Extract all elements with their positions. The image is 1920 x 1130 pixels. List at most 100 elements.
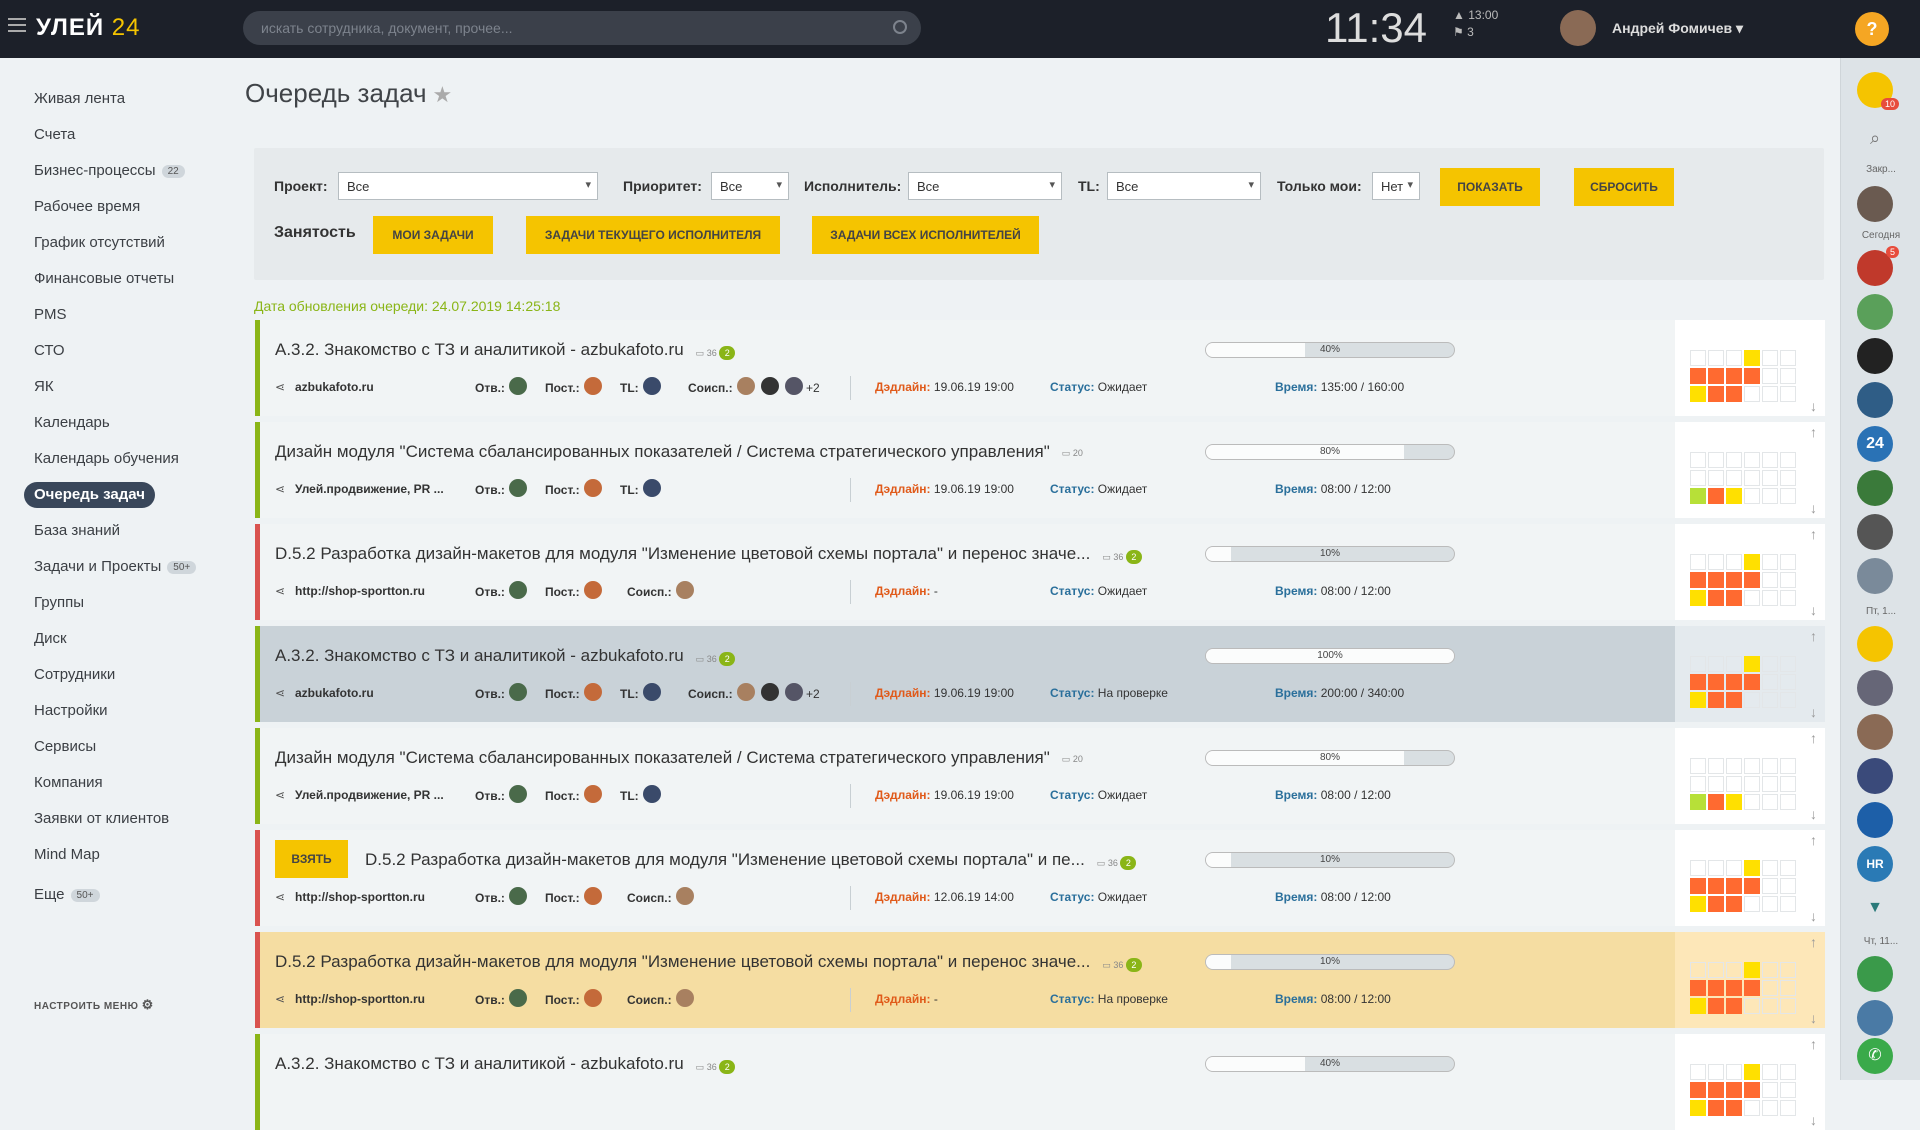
user-name[interactable]: Андрей Фомичев ▾	[1612, 20, 1743, 37]
sidebar-item[interactable]: Группы	[24, 590, 94, 616]
move-up-icon[interactable]: ↑	[1810, 934, 1817, 950]
move-down-icon[interactable]: ↓	[1810, 806, 1817, 822]
move-up-icon[interactable]: ↑	[1810, 628, 1817, 644]
chat-avatar[interactable]: 5	[1857, 246, 1899, 286]
priority-select[interactable]: Все	[711, 172, 789, 200]
sidebar-item[interactable]: Календарь	[24, 410, 120, 436]
take-task-button[interactable]: ВЗЯТЬ	[275, 840, 348, 878]
chat-avatar[interactable]	[1857, 382, 1893, 418]
sidebar-item[interactable]: ЯК	[24, 374, 64, 400]
only-mine-select[interactable]: Нет	[1372, 172, 1420, 200]
task-project[interactable]: Улей.продвижение, PR ...	[295, 788, 444, 802]
task-row[interactable]: D.5.2 Разработка дизайн-макетов для моду…	[255, 524, 1825, 620]
task-row[interactable]: А.3.2. Знакомство с ТЗ и аналитикой - az…	[255, 626, 1825, 722]
sidebar-item[interactable]: Компания	[24, 770, 113, 796]
avatar[interactable]	[583, 785, 602, 803]
sidebar-item[interactable]: Очередь задач	[24, 482, 155, 508]
task-title[interactable]: А.3.2. Знакомство с ТЗ и аналитикой - az…	[275, 1054, 684, 1074]
chat-avatar[interactable]	[1857, 714, 1893, 750]
task-row[interactable]: А.3.2. Знакомство с ТЗ и аналитикой - az…	[255, 320, 1825, 416]
avatar[interactable]	[760, 683, 779, 701]
avatar[interactable]	[583, 581, 602, 599]
my-tasks-button[interactable]: МОИ ЗАДАЧИ	[373, 216, 493, 254]
help-icon[interactable]: ?	[1855, 12, 1889, 46]
tl-select[interactable]: Все	[1107, 172, 1261, 200]
task-project[interactable]: http://shop-sportton.ru	[295, 584, 425, 598]
avatar[interactable]	[675, 887, 694, 905]
sidebar-item[interactable]: График отсутствий	[24, 230, 175, 256]
task-project[interactable]: http://shop-sportton.ru	[295, 890, 425, 904]
chat-avatar[interactable]	[1857, 956, 1893, 992]
task-row[interactable]: А.3.2. Знакомство с ТЗ и аналитикой - az…	[255, 1034, 1825, 1130]
phone-icon[interactable]: ✆	[1857, 1038, 1893, 1074]
sidebar-item[interactable]: Бизнес-процессы 22	[24, 158, 195, 184]
task-title[interactable]: D.5.2 Разработка дизайн-макетов для моду…	[365, 850, 1085, 870]
chat-avatar[interactable]: 24	[1857, 426, 1893, 462]
avatar[interactable]	[508, 683, 527, 701]
chat-avatar[interactable]	[1857, 338, 1893, 374]
avatar[interactable]	[583, 683, 602, 701]
task-row[interactable]: D.5.2 Разработка дизайн-макетов для моду…	[255, 932, 1825, 1028]
avatar[interactable]	[508, 785, 527, 803]
sidebar-item[interactable]: Календарь обучения	[24, 446, 189, 472]
sidebar-item[interactable]: Рабочее время	[24, 194, 150, 220]
avatar[interactable]	[642, 683, 661, 701]
extra-count[interactable]: +2	[806, 687, 820, 701]
avatar[interactable]	[508, 887, 527, 905]
move-up-icon[interactable]: ↑	[1810, 730, 1817, 746]
avatar[interactable]	[675, 989, 694, 1007]
all-executors-tasks-button[interactable]: ЗАДАЧИ ВСЕХ ИСПОЛНИТЕЛЕЙ	[812, 216, 1039, 254]
sidebar-item[interactable]: Живая лента	[24, 86, 135, 112]
task-title[interactable]: D.5.2 Разработка дизайн-макетов для моду…	[275, 952, 1090, 972]
configure-menu[interactable]: НАСТРОИТЬ МЕНЮ ⚙	[34, 997, 154, 1013]
chat-avatar[interactable]: HR	[1857, 846, 1893, 882]
move-down-icon[interactable]: ↓	[1810, 602, 1817, 618]
task-title[interactable]: А.3.2. Знакомство с ТЗ и аналитикой - az…	[275, 340, 684, 360]
chat-avatar[interactable]	[1857, 514, 1893, 550]
move-up-icon[interactable]: ↑	[1810, 1036, 1817, 1052]
move-down-icon[interactable]: ↓	[1810, 500, 1817, 516]
task-title[interactable]: D.5.2 Разработка дизайн-макетов для моду…	[275, 544, 1090, 564]
sidebar-item[interactable]: Еще 50+	[24, 882, 110, 908]
move-up-icon[interactable]: ↑	[1810, 424, 1817, 440]
avatar[interactable]	[675, 581, 694, 599]
executor-select[interactable]: Все	[908, 172, 1062, 200]
avatar[interactable]	[760, 377, 779, 395]
avatar[interactable]	[642, 785, 661, 803]
move-down-icon[interactable]: ↓	[1810, 1010, 1817, 1026]
sidebar-item[interactable]: Сотрудники	[24, 662, 125, 688]
sidebar-item[interactable]: Счета	[24, 122, 85, 148]
chat-avatar[interactable]	[1857, 558, 1893, 594]
avatar[interactable]	[736, 683, 755, 701]
avatar[interactable]	[508, 377, 527, 395]
project-select[interactable]: Все	[338, 172, 598, 200]
task-title[interactable]: А.3.2. Знакомство с ТЗ и аналитикой - az…	[275, 646, 684, 666]
current-executor-tasks-button[interactable]: ЗАДАЧИ ТЕКУЩЕГО ИСПОЛНИТЕЛЯ	[526, 216, 780, 254]
move-down-icon[interactable]: ↓	[1810, 908, 1817, 924]
avatar[interactable]	[1560, 10, 1596, 46]
avatar[interactable]	[784, 377, 803, 395]
avatar[interactable]	[784, 683, 803, 701]
task-project[interactable]: azbukafoto.ru	[295, 686, 374, 700]
avatar[interactable]	[736, 377, 755, 395]
search-icon[interactable]: ⌕	[1857, 120, 1893, 156]
notification-icon[interactable]: 10	[1857, 72, 1899, 110]
reset-button[interactable]: СБРОСИТЬ	[1574, 168, 1674, 206]
task-row[interactable]: Дизайн модуля "Система сбалансированных …	[255, 422, 1825, 518]
sidebar-item[interactable]: Финансовые отчеты	[24, 266, 184, 292]
avatar[interactable]	[583, 377, 602, 395]
task-title[interactable]: Дизайн модуля "Система сбалансированных …	[275, 748, 1050, 768]
chat-avatar[interactable]	[1857, 758, 1893, 794]
avatar[interactable]	[642, 479, 661, 497]
move-down-icon[interactable]: ↓	[1810, 398, 1817, 414]
chat-avatar[interactable]	[1857, 1000, 1893, 1036]
extra-count[interactable]: +2	[806, 381, 820, 395]
sidebar-item[interactable]: База знаний	[24, 518, 130, 544]
sidebar-item[interactable]: Диск	[24, 626, 77, 652]
avatar[interactable]	[508, 989, 527, 1007]
avatar[interactable]	[642, 377, 661, 395]
task-row[interactable]: ВЗЯТЬ D.5.2 Разработка дизайн-макетов для…	[255, 830, 1825, 926]
sidebar-item[interactable]: Сервисы	[24, 734, 106, 760]
chat-avatar[interactable]	[1857, 294, 1893, 330]
move-down-icon[interactable]: ↓	[1810, 704, 1817, 720]
